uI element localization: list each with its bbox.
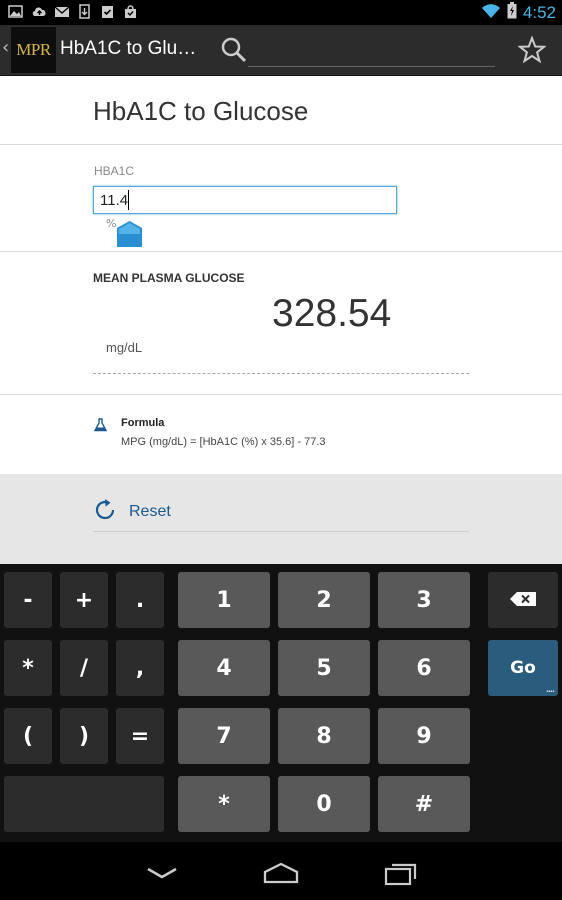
key-period[interactable]: . [116, 572, 164, 628]
action-bar-title: HbA1C to Glucose [60, 38, 200, 59]
search-input[interactable] [248, 35, 495, 67]
result-label: MEAN PLASMA GLUCOSE [93, 271, 245, 285]
divider [0, 394, 562, 395]
key-open-paren[interactable]: ( [4, 708, 52, 764]
key-hash[interactable]: # [378, 776, 470, 832]
key-8[interactable]: 8 [278, 708, 370, 764]
page-title: HbA1C to Glucose [93, 96, 309, 126]
divider [0, 251, 562, 252]
clipboard-check-icon [100, 4, 115, 19]
key-9[interactable]: 9 [378, 708, 470, 764]
result-unit: mg/dL [106, 340, 143, 355]
hba1c-unit: % [106, 217, 117, 230]
reset-button[interactable]: Reset [93, 492, 469, 532]
key-slash[interactable]: / [60, 640, 108, 696]
key-3[interactable]: 3 [378, 572, 470, 628]
search-icon[interactable] [220, 36, 248, 68]
key-minus[interactable]: - [4, 572, 52, 628]
backspace-icon [509, 588, 537, 613]
refresh-icon [93, 498, 117, 526]
dashed-divider [93, 373, 469, 374]
status-bar: 4:52 [0, 0, 562, 25]
go-label: Go [510, 658, 536, 678]
image-icon [8, 4, 23, 19]
wifi-icon [481, 3, 501, 23]
key-plus[interactable]: + [60, 572, 108, 628]
download-icon [77, 4, 92, 19]
go-key[interactable]: Go .... [488, 640, 558, 696]
key-5[interactable]: 5 [278, 640, 370, 696]
formula-title: Formula [121, 417, 165, 429]
action-bar: ‹ MPR HbA1C to Glucose [0, 25, 562, 76]
key-7[interactable]: 7 [178, 708, 270, 764]
star-icon[interactable] [517, 35, 547, 68]
key-close-paren[interactable]: ) [60, 708, 108, 764]
divider [0, 144, 562, 145]
flask-icon [93, 417, 108, 436]
home-icon[interactable] [263, 862, 299, 888]
key-comma[interactable]: , [116, 640, 164, 696]
calculator-panel: HbA1C to Glucose HBA1C % MEAN PLASMA GLU… [0, 76, 562, 564]
key-2[interactable]: 2 [278, 572, 370, 628]
key-1[interactable]: 1 [178, 572, 270, 628]
space-key[interactable] [4, 776, 164, 832]
text-selection-handle[interactable] [117, 221, 142, 247]
numeric-keyboard: - + . 1 2 3 * / , 4 5 6 Go .... ( ) = 7 … [0, 564, 562, 842]
go-more-dots: .... [545, 685, 555, 694]
navigation-bar [0, 842, 562, 900]
mail-icon [54, 4, 70, 19]
clock: 4:52 [522, 2, 556, 22]
formula-text: MPG (mg/dL) = [HbA1C (%) x 35.6] - 77.3 [121, 436, 326, 448]
backspace-key[interactable] [488, 572, 558, 628]
hba1c-label: HBA1C [94, 164, 135, 178]
battery-icon [507, 2, 517, 23]
key-4[interactable]: 4 [178, 640, 270, 696]
app-logo-text: MPR [16, 40, 51, 59]
hide-keyboard-icon[interactable] [146, 866, 178, 885]
reset-area: Reset [0, 474, 562, 564]
key-0[interactable]: 0 [278, 776, 370, 832]
cloud-upload-icon [31, 4, 46, 19]
result-value: 328.54 [272, 292, 392, 335]
shopping-bag-icon [123, 4, 138, 19]
key-star[interactable]: * [178, 776, 270, 832]
back-chevron-icon[interactable]: ‹ [2, 39, 9, 57]
app-logo[interactable]: MPR [11, 27, 56, 73]
hba1c-input[interactable] [93, 186, 397, 214]
key-equals[interactable]: = [116, 708, 164, 764]
reset-label: Reset [129, 502, 171, 520]
key-6[interactable]: 6 [378, 640, 470, 696]
text-caret [128, 190, 129, 210]
recent-apps-icon[interactable] [384, 860, 418, 890]
key-asterisk[interactable]: * [4, 640, 52, 696]
